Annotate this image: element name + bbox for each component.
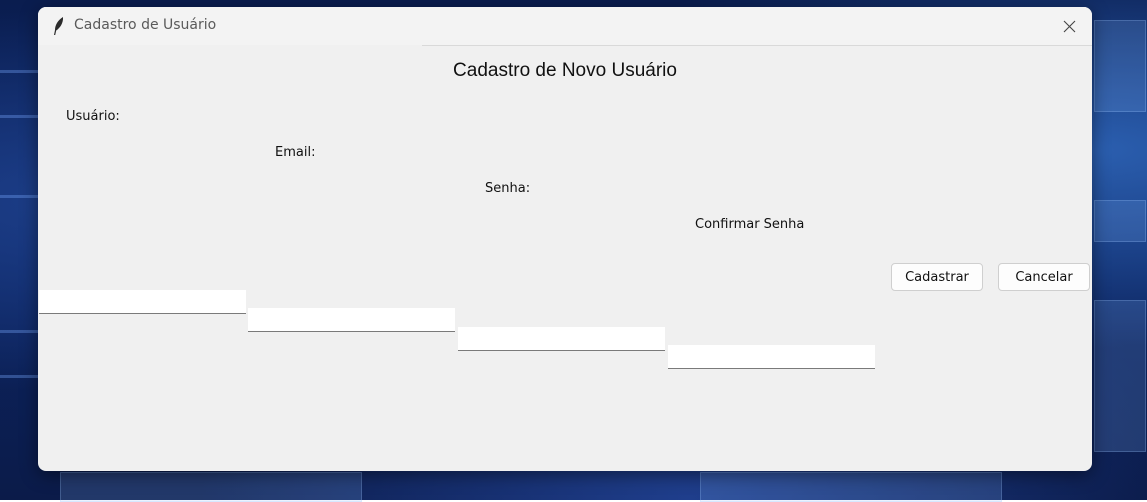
wallpaper-streak [0,375,38,378]
email-input[interactable] [248,308,455,332]
wallpaper-panel [60,472,362,502]
close-button[interactable] [1046,7,1092,45]
title-bar[interactable]: Cadastro de Usuário [38,7,1092,46]
confirmar-senha-label: Confirmar Senha: [695,217,805,232]
cancelar-button[interactable]: Cancelar [998,263,1090,291]
wallpaper-streak [0,70,40,73]
senha-input[interactable] [458,327,665,351]
wallpaper-streak [0,115,40,118]
cadastrar-button[interactable]: Cadastrar [891,263,983,291]
title-divider [422,45,1092,46]
wallpaper-streak [0,195,38,198]
wallpaper-panel [1094,300,1146,452]
wallpaper-panel [1094,200,1146,242]
close-icon [1063,20,1075,32]
wallpaper-panel [700,472,1002,502]
confirmar-senha-input[interactable] [668,345,875,369]
wallpaper-streak [0,330,38,333]
form-heading: Cadastro de Novo Usuário [453,60,677,81]
wallpaper-panel [1094,20,1146,112]
email-label: Email: [275,145,316,160]
usuario-label: Usuário: [66,109,120,124]
feather-icon [54,17,64,35]
usuario-input[interactable] [39,290,246,314]
senha-label: Senha: [485,181,531,196]
registration-window: Cadastro de Usuário Cadastro de Novo Usu… [38,7,1092,471]
window-title: Cadastro de Usuário [74,17,217,33]
